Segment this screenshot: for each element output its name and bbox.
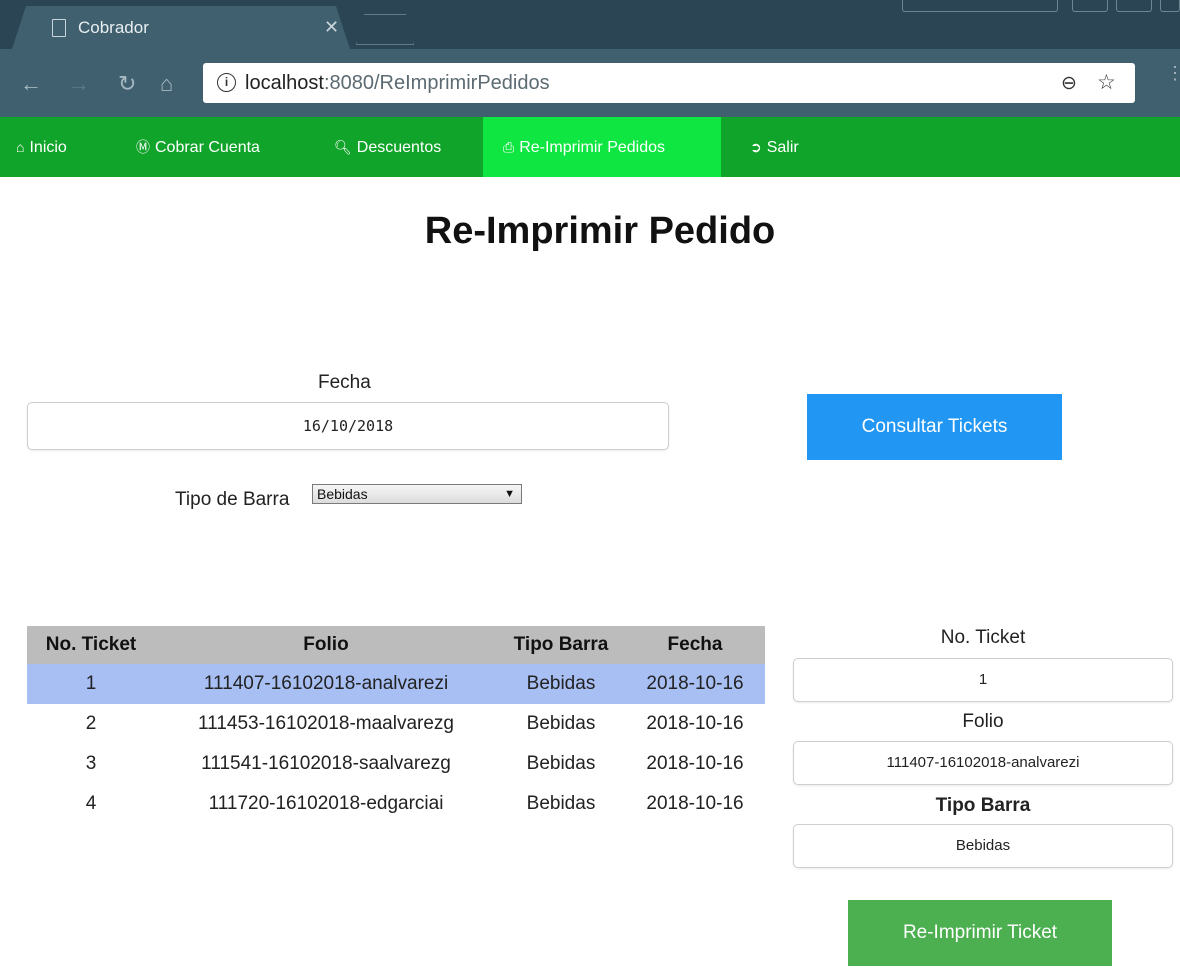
column-header: No. Ticket	[27, 626, 155, 664]
home-icon[interactable]: ⌂	[160, 73, 173, 95]
table-cell: 111453-16102018-maalvarezg	[198, 713, 454, 734]
home-icon: ⌂	[16, 139, 25, 155]
table-row[interactable]: 2 111453-16102018-maalvarezg Bebidas 201…	[27, 704, 765, 744]
window-control[interactable]	[902, 0, 1058, 12]
table-cell: Bebidas	[526, 713, 596, 734]
table-cell: 2018-10-16	[646, 713, 744, 734]
table-cell: 2018-10-16	[646, 793, 744, 814]
zoom-icon[interactable]: ⊖	[1061, 72, 1077, 95]
table-cell: 111541-16102018-saalvarezg	[201, 753, 451, 774]
detail-folio-label: Folio	[962, 711, 1004, 732]
page-icon	[52, 19, 66, 37]
table-cell: 2018-10-16	[625, 664, 765, 704]
browser-tab[interactable]: Cobrador ✕	[12, 6, 350, 49]
browser-menu-icon[interactable]: ⋮	[1166, 64, 1180, 82]
tipo-barra-label: Tipo de Barra	[175, 489, 290, 510]
consultar-tickets-button[interactable]: Consultar Tickets	[807, 394, 1062, 460]
nav-item-descuentos[interactable]: 🔍︎ Descuentos	[318, 117, 457, 177]
table-cell: 111720-16102018-edgarciai	[208, 793, 444, 814]
table-cell: 4	[85, 793, 97, 814]
nav-item-re-imprimir-pedidos[interactable]: ⎙ Re-Imprimir Pedidos	[483, 117, 721, 177]
detail-tipo-field[interactable]: Bebidas	[793, 824, 1173, 868]
nav-item-cobrar-cuenta[interactable]: Ⓜ Cobrar Cuenta	[120, 117, 276, 177]
address-bar[interactable]: i localhost:8080/ReImprimirPedidos ⊖ ☆	[203, 63, 1135, 103]
close-tab-icon[interactable]: ✕	[324, 17, 339, 38]
nav-item-inicio[interactable]: ⌂ Inicio	[0, 117, 83, 177]
tipo-barra-select[interactable]: Bebidas ▼	[312, 484, 522, 504]
fecha-input[interactable]: 16/10/2018	[27, 402, 669, 450]
window-control[interactable]	[1116, 0, 1152, 12]
browser-tab-strip: Cobrador ✕	[0, 0, 1180, 49]
bookmark-star-icon[interactable]: ☆	[1097, 70, 1116, 95]
table-cell: 111407-16102018-analvarezi	[155, 664, 497, 704]
column-header: Tipo Barra	[497, 626, 625, 664]
re-imprimir-ticket-button[interactable]: Re-Imprimir Ticket	[848, 900, 1112, 966]
forward-arrow-icon[interactable]: →	[68, 73, 90, 95]
dropdown-arrow-icon: ▼	[504, 488, 515, 500]
search-icon: 🔍︎	[334, 139, 352, 155]
window-control[interactable]	[1160, 0, 1180, 12]
table-cell: 2	[85, 713, 97, 734]
sign-out-icon: ➲	[750, 139, 762, 155]
table-row[interactable]: 3 111541-16102018-saalvarezg Bebidas 201…	[27, 744, 765, 784]
tickets-table: No. Ticket Folio Tipo Barra Fecha 1 1114…	[27, 626, 765, 824]
printer-icon: ⎙	[503, 139, 515, 155]
table-cell: Bebidas	[526, 753, 596, 774]
nav-item-salir[interactable]: ➲ Salir	[734, 117, 815, 177]
browser-toolbar: ← → ↻ ⌂ i localhost:8080/ReImprimirPedid…	[0, 49, 1180, 117]
table-row[interactable]: 4 111720-16102018-edgarciai Bebidas 2018…	[27, 784, 765, 824]
url-text: localhost:8080/ReImprimirPedidos	[245, 72, 550, 94]
new-tab-button[interactable]	[356, 14, 414, 45]
column-header: Fecha	[625, 626, 765, 664]
detail-tipo-label: Tipo Barra	[935, 795, 1031, 816]
table-cell: Bebidas	[497, 664, 625, 704]
fecha-label: Fecha	[318, 372, 371, 393]
detail-ticket-field[interactable]: 1	[793, 658, 1173, 702]
reload-icon[interactable]: ↻	[118, 73, 136, 95]
app-navbar: ⌂ Inicio Ⓜ Cobrar Cuenta 🔍︎ Descuentos ⎙ Re-…	[0, 117, 1180, 177]
table-cell: 2018-10-16	[646, 753, 744, 774]
table-row[interactable]: 1 111407-16102018-analvarezi Bebidas 201…	[27, 664, 765, 704]
page-title: Re-Imprimir Pedido	[424, 210, 776, 252]
table-header-row: No. Ticket Folio Tipo Barra Fecha	[27, 626, 765, 664]
back-arrow-icon[interactable]: ←	[20, 73, 42, 95]
window-control[interactable]	[1072, 0, 1108, 12]
tab-title: Cobrador	[78, 18, 149, 37]
dollar-circle-icon: Ⓜ	[136, 139, 150, 155]
table-cell: 3	[85, 753, 97, 774]
detail-ticket-label: No. Ticket	[940, 627, 1026, 648]
detail-folio-field[interactable]: 111407-16102018-analvarezi	[793, 741, 1173, 785]
info-icon[interactable]: i	[217, 73, 236, 92]
table-cell: Bebidas	[526, 793, 596, 814]
column-header: Folio	[155, 626, 497, 664]
table-cell: 1	[27, 664, 155, 704]
